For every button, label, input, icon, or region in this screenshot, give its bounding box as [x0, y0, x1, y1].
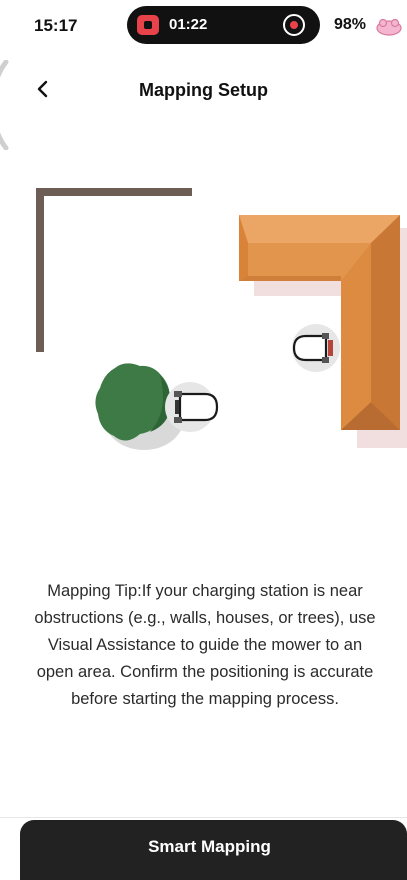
stop-recording-icon[interactable]	[283, 14, 305, 36]
charging-station-illustration	[292, 324, 340, 372]
screen-recording-indicator[interactable]: 01:22	[127, 6, 320, 44]
avatar-icon	[376, 18, 402, 36]
status-bar: 15:17 01:22 98%	[0, 0, 407, 56]
mower-illustration	[165, 382, 219, 432]
battery-level: 98%	[334, 16, 367, 33]
video-camera-icon	[137, 15, 159, 35]
mapping-tip: Mapping Tip:If your charging station is …	[34, 582, 376, 708]
status-time: 15:17	[34, 16, 78, 35]
smart-mapping-button[interactable]: Smart Mapping	[20, 820, 407, 880]
mapping-illustration	[36, 188, 407, 450]
bottom-divider	[0, 817, 407, 818]
recording-time: 01:22	[169, 16, 208, 33]
edge-decoration	[0, 60, 9, 150]
wall-illustration	[36, 188, 192, 352]
page-title: Mapping Setup	[139, 80, 268, 100]
